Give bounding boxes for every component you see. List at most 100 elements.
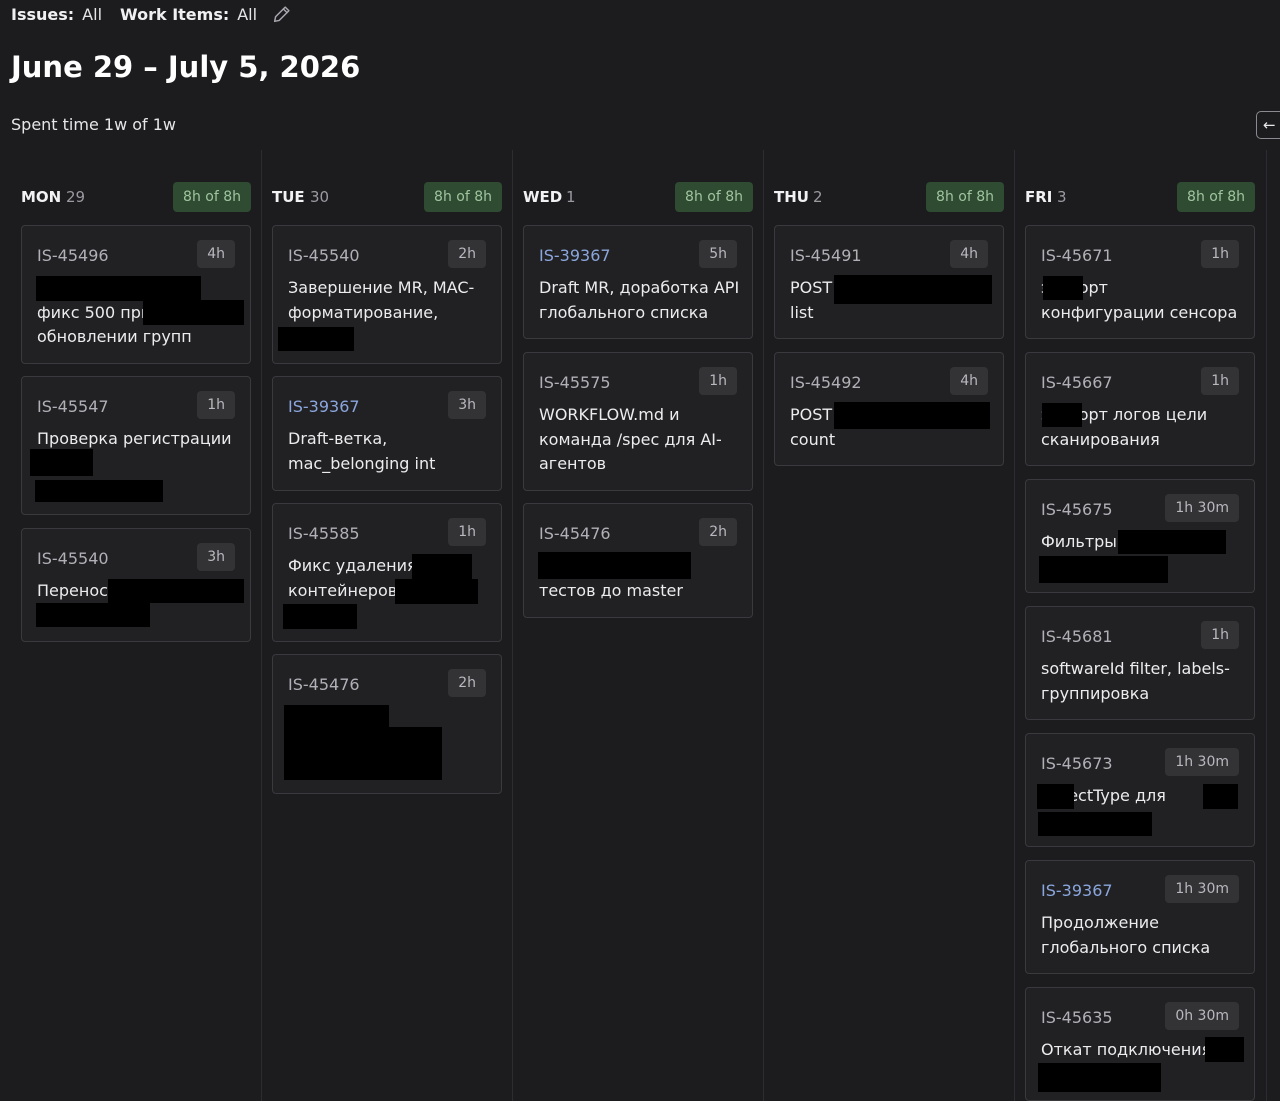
column-divider [261,150,262,1101]
day-total-badge: 8h of 8h [926,182,1004,212]
time-badge: 1h 30m [1165,748,1239,776]
work-item-description: Draft MR, доработка API глобального спис… [539,278,740,322]
issue-key[interactable]: IS-39367 [1041,881,1113,900]
time-badge: 4h [950,240,988,268]
time-badge: 1h [1201,240,1239,268]
issue-key[interactable]: IS-45673 [1041,754,1113,773]
redaction-block [1205,1037,1244,1062]
time-badge: 4h [950,367,988,395]
day-column-wed: WED 1 8h of 8h IS-39367 5h Draft MR, дор… [523,150,753,1101]
issue-key[interactable]: IS-45476 [539,524,611,543]
filter-bar: Issues: All Work Items: All [11,3,293,25]
work-item-description: WORKFLOW.md и команда /spec для AI- аген… [539,405,722,473]
issue-key[interactable]: IS-45540 [288,246,360,265]
work-item-card[interactable]: IS-45667 1h экспорт логов цели сканирова… [1025,352,1255,466]
work-item-description: Завершение MR, MAC- форматирование, [288,278,475,322]
day-name: WED [523,188,563,206]
redaction-block [36,276,201,301]
time-badge: 2h [699,518,737,546]
work-item-card[interactable]: IS-45491 4h POST list [774,225,1004,339]
work-item-card[interactable]: IS-39367 5h Draft MR, доработка API глоб… [523,225,753,339]
issue-key[interactable]: IS-45540 [37,549,109,568]
day-column-tue: TUE 30 8h of 8h IS-45540 2h Завершение M… [272,150,502,1101]
day-number: 30 [310,188,330,206]
work-item-card[interactable]: IS-39367 1h 30m Продолжение глобального … [1025,860,1255,974]
redaction-block [35,480,163,502]
issue-key[interactable]: IS-45635 [1041,1008,1113,1027]
issue-key[interactable]: IS-45675 [1041,500,1113,519]
work-item-card[interactable]: IS-45496 4h фикс 500 при обновлении груп… [21,225,251,364]
issue-key[interactable]: IS-45575 [539,373,611,392]
day-name: THU [774,188,809,206]
work-items-filter-label: Work Items: [120,4,230,24]
time-badge: 1h [699,367,737,395]
issue-key[interactable]: IS-45496 [37,246,109,265]
time-badge: 1h 30m [1165,875,1239,903]
issue-key[interactable]: IS-45547 [37,397,109,416]
issue-key[interactable]: IS-45491 [790,246,862,265]
work-item-card[interactable]: IS-39367 3h Draft-ветка, mac_belonging i… [272,376,502,491]
redaction-block [1039,556,1168,583]
pencil-icon[interactable] [271,3,293,25]
day-column-mon: MON 29 8h of 8h IS-45496 4h фикс 500 при… [21,150,251,1101]
work-item-card[interactable]: IS-45585 1h Фикс удаления контейнеров [272,503,502,642]
time-badge: 1h [448,518,486,546]
time-badge: 4h [197,240,235,268]
column-divider [763,150,764,1101]
time-badge: 1h [1201,621,1239,649]
time-badge: 3h [448,391,486,419]
work-item-card[interactable]: IS-45540 2h Завершение MR, MAC- форматир… [272,225,502,364]
work-item-card[interactable]: IS-45671 1h экспорт конфигурации сенсора [1025,225,1255,339]
issues-filter-value[interactable]: All [82,5,102,24]
back-button[interactable]: ← [1256,111,1280,139]
work-item-card[interactable]: IS-45476 2h для тестов до master [523,503,753,618]
time-badge: 1h [197,391,235,419]
day-total-badge: 8h of 8h [675,182,753,212]
redaction-block [1118,530,1226,554]
work-item-card[interactable]: IS-45492 4h POST count [774,352,1004,466]
issue-key[interactable]: IS-45671 [1041,246,1113,265]
work-item-card[interactable]: IS-45681 1h softwareId filter, labels- г… [1025,606,1255,720]
spent-time-summary: Spent time 1w of 1w [11,115,177,134]
work-item-card[interactable]: IS-45547 1h Проверка регистрации при [21,376,251,515]
work-item-card[interactable]: IS-45673 1h 30m ObjectType для [1025,733,1255,847]
time-badge: 1h [1201,367,1239,395]
issue-key[interactable]: IS-45667 [1041,373,1113,392]
issue-key[interactable]: IS-45585 [288,524,360,543]
redaction-block [1038,1063,1161,1092]
time-badge: 2h [448,240,486,268]
work-item-card[interactable]: IS-45540 3h Перенос в backend [21,528,251,642]
day-number: 29 [66,188,86,206]
work-item-card[interactable]: IS-45476 2h для тестов [272,654,502,794]
issue-key[interactable]: IS-45476 [288,675,360,694]
day-number: 1 [566,188,576,206]
redaction-block [1203,784,1238,809]
work-items-filter-value[interactable]: All [237,5,257,24]
redaction-block [108,579,244,603]
redaction-block [278,327,354,351]
issue-key[interactable]: IS-45492 [790,373,862,392]
redaction-block [834,275,992,304]
work-item-description: Draft-ветка, mac_belonging int [288,429,436,473]
redaction-block [36,603,150,627]
day-header: THU 2 8h of 8h [774,182,1004,212]
day-header: TUE 30 8h of 8h [272,182,502,212]
time-badge: 3h [197,543,235,571]
work-item-card[interactable]: IS-45675 1h 30m Фильтры в [1025,479,1255,593]
issue-key[interactable]: IS-39367 [539,246,611,265]
issues-filter-label: Issues: [11,4,75,24]
redaction-block [143,300,244,325]
day-total-badge: 8h of 8h [424,182,502,212]
day-total-badge: 8h of 8h [173,182,251,212]
work-item-card[interactable]: IS-45575 1h WORKFLOW.md и команда /spec … [523,352,753,491]
work-item-description: softwareId filter, labels- группировка [1041,659,1230,703]
time-badge: 5h [699,240,737,268]
work-item-description: Продолжение глобального списка [1041,913,1211,957]
redaction-block [1038,812,1152,836]
work-item-card[interactable]: IS-45635 0h 30m Откат подключения [1025,987,1255,1101]
issue-key[interactable]: IS-39367 [288,397,360,416]
day-name: TUE [272,188,305,206]
issue-key[interactable]: IS-45681 [1041,627,1113,646]
day-name: MON [21,188,62,206]
day-header: MON 29 8h of 8h [21,182,251,212]
